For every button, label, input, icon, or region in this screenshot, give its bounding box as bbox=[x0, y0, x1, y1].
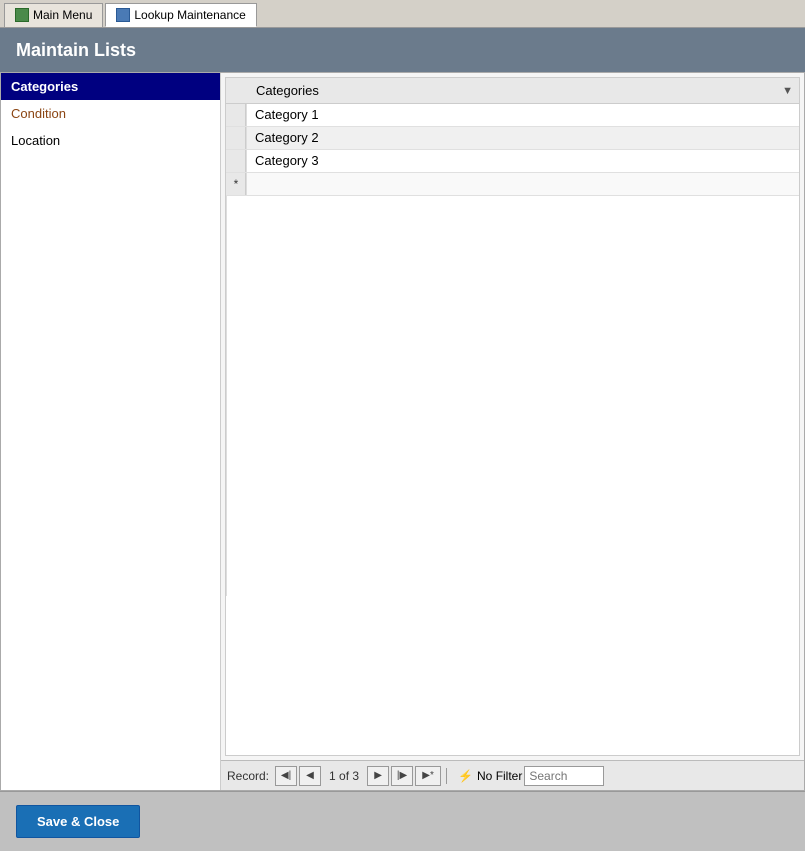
grid-column-header: Categories bbox=[246, 78, 776, 103]
grid-cell-new[interactable] bbox=[246, 173, 799, 195]
row-indicator-strip: * bbox=[226, 173, 246, 195]
tab-lookup-maintenance[interactable]: Lookup Maintenance bbox=[105, 3, 256, 27]
grid-cell-0[interactable]: Category 1 bbox=[246, 104, 799, 126]
grid-cell-2[interactable]: Category 3 bbox=[246, 150, 799, 172]
row-indicator-2 bbox=[226, 150, 246, 172]
sidebar: Categories Condition Location bbox=[1, 73, 221, 790]
page-header: Maintain Lists bbox=[0, 28, 805, 72]
nav-new-button[interactable]: ▶* bbox=[415, 766, 441, 786]
nav-prev-button[interactable]: ◀ bbox=[299, 766, 321, 786]
row-indicator-0 bbox=[226, 104, 246, 126]
filter-section: ⚡ No Filter bbox=[458, 769, 522, 783]
navigation-bar: Record: ◀| ◀ 1 of 3 ▶ |▶ ▶* ⚡ No Filter bbox=[221, 760, 804, 790]
row-indicator-new: * bbox=[226, 173, 246, 195]
sort-arrow-icon[interactable]: ▼ bbox=[776, 80, 799, 102]
data-grid: Categories ▼ Category 1 Category 2 bbox=[225, 77, 800, 756]
table-row-new[interactable]: * bbox=[226, 173, 799, 196]
main-content: Categories Condition Location Categories… bbox=[0, 72, 805, 791]
table-row[interactable]: Category 1 bbox=[226, 104, 799, 127]
tab-main-menu[interactable]: Main Menu bbox=[4, 3, 103, 27]
row-indicator-strip bbox=[226, 150, 246, 172]
nav-first-button[interactable]: ◀| bbox=[275, 766, 297, 786]
sidebar-item-condition[interactable]: Condition bbox=[1, 100, 220, 127]
tab-bar: Main Menu Lookup Maintenance bbox=[0, 0, 805, 28]
tab-main-menu-label: Main Menu bbox=[33, 8, 92, 22]
tab-lookup-maintenance-label: Lookup Maintenance bbox=[134, 8, 245, 22]
row-indicator-1 bbox=[226, 127, 246, 149]
sidebar-item-categories[interactable]: Categories bbox=[1, 73, 220, 100]
grid-cell-1[interactable]: Category 2 bbox=[246, 127, 799, 149]
main-menu-icon bbox=[15, 8, 29, 22]
sidebar-item-location[interactable]: Location bbox=[1, 127, 220, 154]
filter-label: No Filter bbox=[477, 769, 522, 783]
bottom-bar: Save & Close bbox=[0, 791, 805, 851]
nav-next-button[interactable]: ▶ bbox=[367, 766, 389, 786]
nav-last-button[interactable]: |▶ bbox=[391, 766, 413, 786]
grid-header: Categories ▼ bbox=[226, 78, 799, 104]
right-panel: Categories ▼ Category 1 Category 2 bbox=[221, 73, 804, 790]
page-title: Maintain Lists bbox=[16, 40, 136, 61]
lookup-maintenance-icon bbox=[116, 8, 130, 22]
row-indicator-strip bbox=[226, 104, 246, 126]
record-label: Record: bbox=[227, 769, 269, 783]
filter-icon: ⚡ bbox=[458, 769, 473, 783]
table-row[interactable]: Category 2 bbox=[226, 127, 799, 150]
record-count: 1 of 3 bbox=[323, 767, 365, 785]
row-indicator-strip bbox=[226, 127, 246, 149]
table-row[interactable]: Category 3 bbox=[226, 150, 799, 173]
save-close-button[interactable]: Save & Close bbox=[16, 805, 140, 838]
search-input[interactable] bbox=[524, 766, 604, 786]
nav-separator bbox=[446, 768, 447, 784]
